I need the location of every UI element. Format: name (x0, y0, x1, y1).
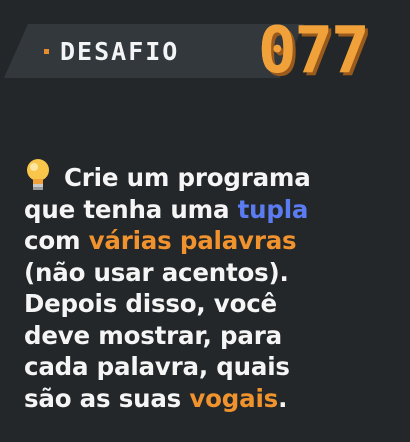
challenge-label: DESAFIO (60, 37, 180, 66)
description-text: com (24, 226, 89, 255)
description-line-4: (não usar acentos). (24, 257, 289, 287)
description-line-6: deve mostrar, para (24, 320, 282, 350)
description-line-8: são as suas vogais. (24, 383, 404, 415)
challenge-banner: DESAFIO 077 (0, 0, 410, 112)
description-text: . (278, 383, 288, 413)
description-line-3: com várias palavras (24, 225, 404, 257)
challenge-number: 077 (258, 14, 370, 88)
description-text: Crie um programa (64, 163, 311, 192)
description-text: são as suas (24, 383, 190, 413)
highlight-vogais: vogais (189, 383, 279, 413)
challenge-description: Crie um programa que tenha uma tupla com… (24, 158, 404, 414)
highlight-tupla: tupla (237, 194, 309, 224)
description-line-1: Crie um programa (24, 158, 404, 194)
lightbulb-icon (27, 159, 49, 190)
description-text: que tenha uma (24, 194, 238, 224)
highlight-varias-palavras: várias palavras (88, 226, 297, 255)
description-line-5: Depois disso, você (24, 289, 277, 318)
bullet-dot (44, 49, 49, 54)
description-line-2: que tenha uma tupla (24, 194, 404, 226)
description-line-7: cada palavra, quais (24, 352, 290, 381)
